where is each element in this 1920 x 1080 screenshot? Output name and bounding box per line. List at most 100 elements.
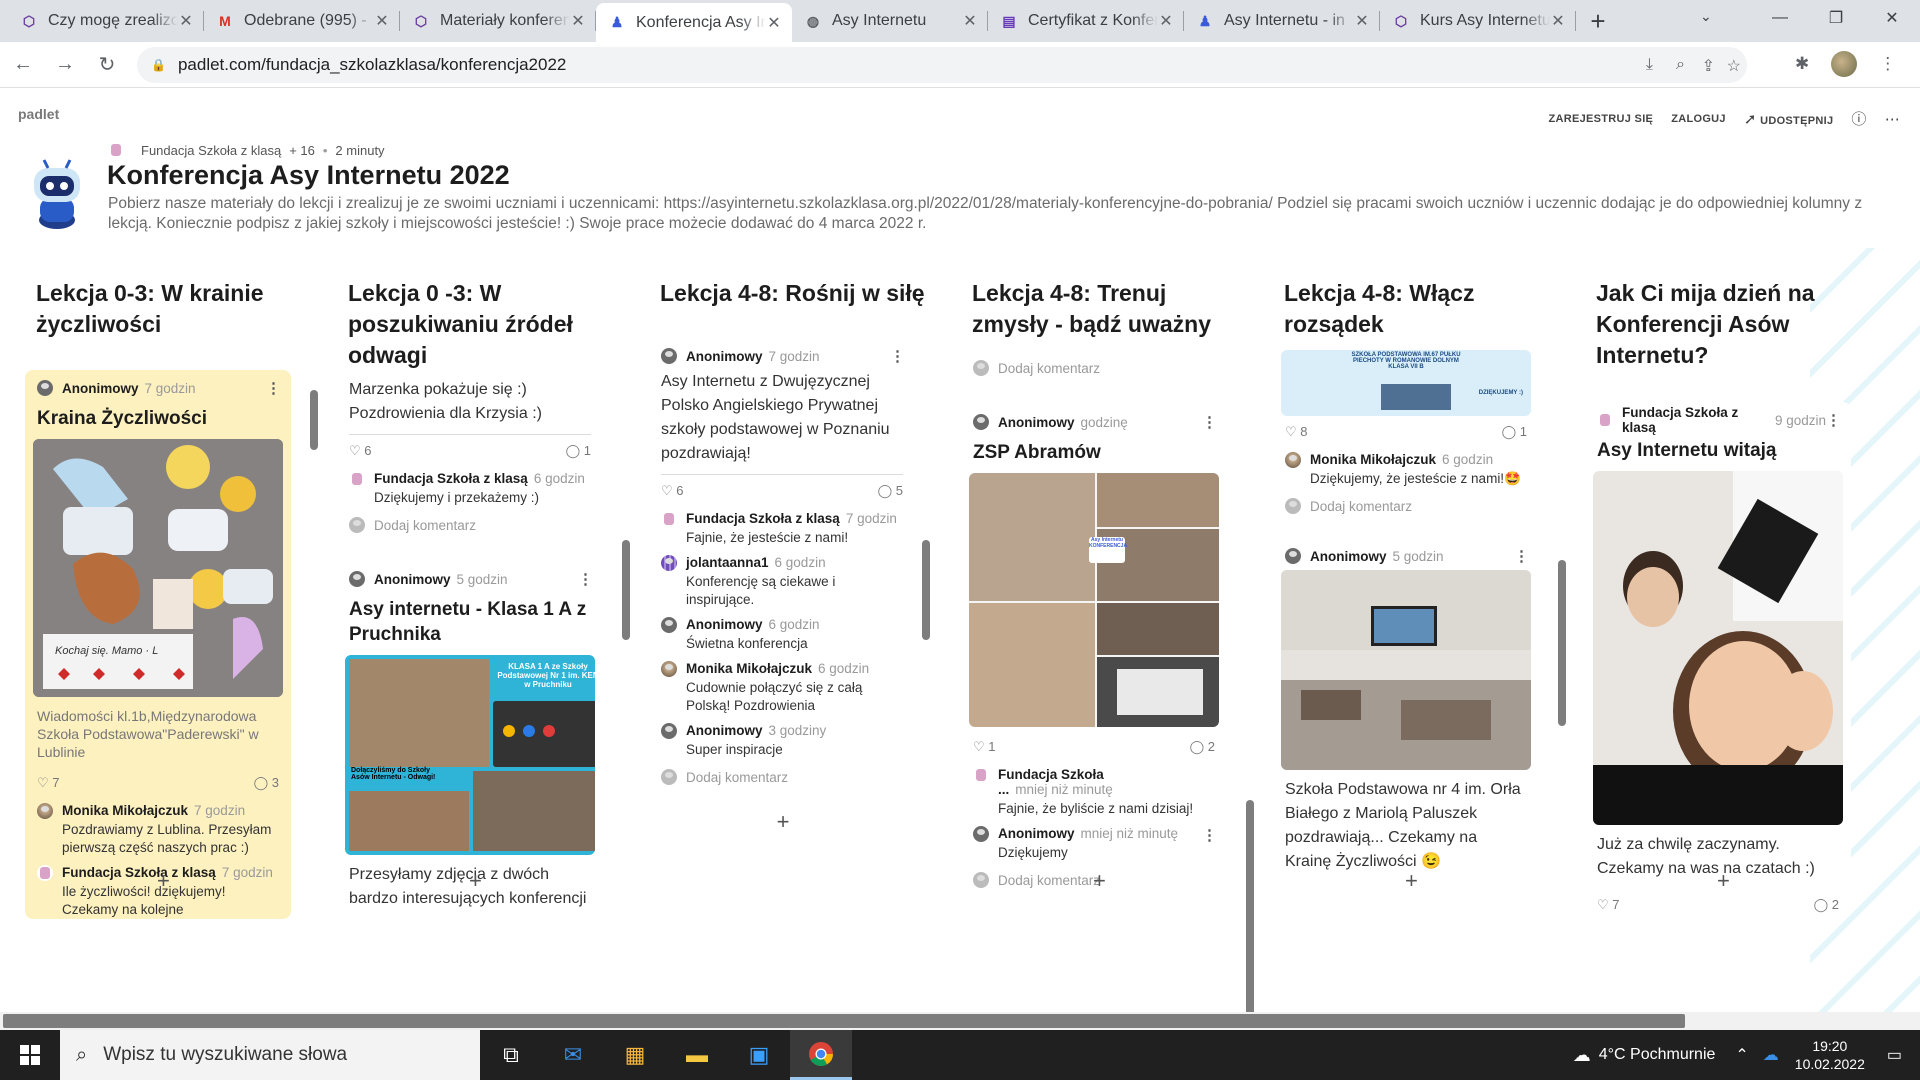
more-icon[interactable]: ⋯ (1885, 110, 1900, 128)
post-menu-icon[interactable]: ⋮ (890, 347, 905, 365)
post-image[interactable] (1281, 570, 1531, 770)
browser-tab-active[interactable]: ♟ Konferencja Asy Internetu✕ (596, 3, 792, 42)
new-tab-button[interactable]: + (1580, 3, 1616, 39)
close-icon[interactable]: ✕ (570, 11, 586, 31)
taskbar-search[interactable]: ⌕ Wpisz tu wyszukiwane słowa (60, 1030, 480, 1080)
post-card[interactable]: Marzenka pokażuje się :) Pozdrowienia dl… (337, 380, 603, 543)
back-button[interactable]: ← (4, 46, 42, 84)
zoom-icon[interactable]: ⌕ (1676, 56, 1685, 74)
post-card[interactable]: Anonimowy 7 godzin ⋮ Asy Internetu z Dwuję… (649, 338, 915, 795)
add-post-button[interactable]: + (469, 868, 482, 894)
add-comment-field[interactable]: Dodaj komentarz (649, 759, 915, 795)
post-menu-icon[interactable]: ⋮ (1514, 547, 1529, 565)
menu-icon[interactable]: ⋮ (1879, 54, 1896, 74)
close-icon[interactable]: ✕ (1158, 11, 1174, 31)
clock[interactable]: 19:20 10.02.2022 (1795, 1037, 1865, 1073)
onedrive-icon[interactable]: ☁ (1763, 1045, 1779, 1065)
post-card[interactable]: Anonimowy 5 godzin ⋮ Szkoła Podstawowa nr … (1273, 538, 1539, 882)
browser-tab[interactable]: ▤ Certyfikat z Konferencji✕ (988, 3, 1184, 39)
like-button[interactable]: ♡ 7 (37, 775, 60, 791)
maximize-button[interactable]: ❐ (1808, 0, 1864, 36)
file-explorer-icon[interactable]: ▬ (666, 1030, 728, 1080)
post-image[interactable]: Asy Internetu KONFERENCJA (969, 473, 1219, 727)
add-comment-field[interactable]: Dodaj komentarz (1273, 488, 1539, 524)
post-card[interactable]: Fundacja Szkoła z klasą 9 godzin ⋮ Asy Int… (1585, 402, 1851, 917)
browser-tab[interactable]: ⬡ Kurs Asy Internetu ✕ (1380, 3, 1576, 39)
post-image[interactable]: Kochaj się. Mamo · L (33, 439, 283, 697)
close-icon[interactable]: ✕ (1550, 11, 1566, 31)
close-icon[interactable]: ✕ (1354, 11, 1370, 31)
column-scrollbar[interactable] (310, 390, 318, 450)
browser-tab[interactable]: ◍ Asy Internetu ✕ (792, 3, 988, 39)
comments-button[interactable]: ◯ 2 (1190, 739, 1215, 755)
like-button[interactable]: ♡ 8 (1285, 424, 1308, 440)
comments-button[interactable]: ◯ 1 (566, 443, 591, 459)
comments-button[interactable]: ◯ 2 (1814, 897, 1839, 913)
chevron-up-icon[interactable]: ⌃ (1735, 1045, 1748, 1065)
browser-tab[interactable]: ⬡ Materiały konferencyjne✕ (400, 3, 596, 39)
meta-author[interactable]: Fundacja Szkoła z klasą (141, 143, 281, 158)
window-close-button[interactable]: ✕ (1864, 0, 1920, 36)
post-image[interactable] (1593, 471, 1843, 825)
post-menu-icon[interactable]: ⋮ (1202, 413, 1217, 431)
post-menu-icon[interactable]: ⋮ (578, 570, 593, 588)
cloud-icon[interactable]: ☁ (1573, 1045, 1591, 1066)
like-button[interactable]: ♡ 7 (1597, 897, 1620, 913)
column-scrollbar[interactable] (1558, 560, 1566, 726)
store-icon[interactable]: ▦ (604, 1030, 666, 1080)
post-card[interactable]: Anonimowy 7 godzin ⋮ Kraina Życzliwości (25, 370, 291, 919)
help-icon[interactable]: ⓘ (1851, 108, 1866, 129)
comments-button[interactable]: ◯ 1 (1502, 424, 1527, 440)
add-post-button[interactable]: + (157, 868, 170, 894)
post-image[interactable]: KLASA 1 A ze Szkoły Podstawowej Nr 1 im.… (345, 655, 595, 855)
column-title[interactable]: Lekcja 4-8: Rośnij w siłę (649, 278, 927, 309)
share-icon[interactable]: ⇪ (1702, 56, 1715, 76)
post-card[interactable]: Anonimowy godzinę ⋮ ZSP Abramów Asy Intern… (961, 404, 1227, 898)
start-button[interactable] (0, 1030, 60, 1080)
share-button[interactable]: ➚ UDOSTĘPNIJ (1744, 110, 1834, 128)
column-scrollbar[interactable] (1246, 800, 1254, 1026)
url-text[interactable]: padlet.com/fundacja_szkolazklasa/konfere… (178, 55, 566, 75)
column-title[interactable]: Jak Ci mija dzień na Konferencji Asów In… (1585, 278, 1863, 371)
comment-menu-icon[interactable]: ⋮ (1202, 826, 1217, 862)
weather-text[interactable]: 4°C Pochmurnie (1599, 1046, 1716, 1064)
chevron-down-icon[interactable]: ⌄ (1700, 8, 1712, 25)
post-menu-icon[interactable]: ⋮ (266, 379, 281, 397)
comments-button[interactable]: ◯ 3 (254, 775, 279, 791)
meta-contributors[interactable]: + 16 (289, 143, 315, 158)
like-button[interactable]: ♡ 6 (349, 443, 372, 459)
profile-avatar[interactable] (1831, 51, 1858, 77)
notification-icon[interactable]: ▭ (1887, 1045, 1902, 1065)
post-menu-icon[interactable]: ⋮ (1826, 411, 1841, 429)
add-comment-field[interactable]: Dodaj komentarz (961, 350, 1229, 386)
add-post-button[interactable]: + (1093, 868, 1106, 894)
column-scrollbar[interactable] (622, 540, 630, 640)
like-button[interactable]: ♡ 1 (973, 739, 996, 755)
post-image[interactable]: SZKOŁA PODSTAWOWA IM.67 PUŁKU PIECHOTY W… (1281, 350, 1531, 416)
column-title[interactable]: Lekcja 0 -3: W poszukiwaniu źródeł odwag… (337, 278, 615, 371)
task-view-icon[interactable]: ⧉ (480, 1030, 542, 1080)
add-post-button[interactable]: + (1405, 868, 1418, 894)
like-button[interactable]: ♡ 6 (661, 483, 684, 499)
extensions-icon[interactable]: ✱ (1795, 54, 1809, 74)
close-icon[interactable]: ✕ (962, 11, 978, 31)
post-card[interactable]: SZKOŁA PODSTAWOWA IM.67 PUŁKU PIECHOTY W… (1273, 350, 1539, 524)
scrollbar-thumb[interactable] (3, 1014, 1685, 1028)
column-title[interactable]: Lekcja 4-8: Włącz rozsądek (1273, 278, 1551, 340)
photos-icon[interactable]: ▣ (728, 1030, 790, 1080)
padlet-logo[interactable]: padlet (18, 106, 59, 122)
chrome-icon[interactable] (790, 1030, 852, 1080)
column-title[interactable]: Lekcja 0-3: W krainie życzliwości (25, 278, 303, 340)
column-title[interactable]: Lekcja 4-8: Trenuj zmysły - bądź uważny (961, 278, 1239, 340)
browser-tab[interactable]: M Odebrane (995) - ✕ (204, 3, 400, 39)
register-link[interactable]: ZAREJESTRUJ SIĘ (1548, 113, 1653, 125)
add-comment-field[interactable]: Dodaj komentarz (337, 507, 603, 543)
comments-button[interactable]: ◯ 5 (878, 483, 903, 499)
browser-tab[interactable]: ⬡ Czy mogę zrealizować✕ (8, 3, 204, 39)
close-icon[interactable]: ✕ (766, 13, 782, 33)
lock-icon[interactable]: 🔒 (151, 58, 166, 72)
bookmark-star-icon[interactable]: ☆ (1727, 56, 1741, 76)
forward-button[interactable]: → (46, 46, 84, 84)
add-post-button[interactable]: + (1717, 868, 1730, 894)
mail-icon[interactable]: ✉ (542, 1030, 604, 1080)
